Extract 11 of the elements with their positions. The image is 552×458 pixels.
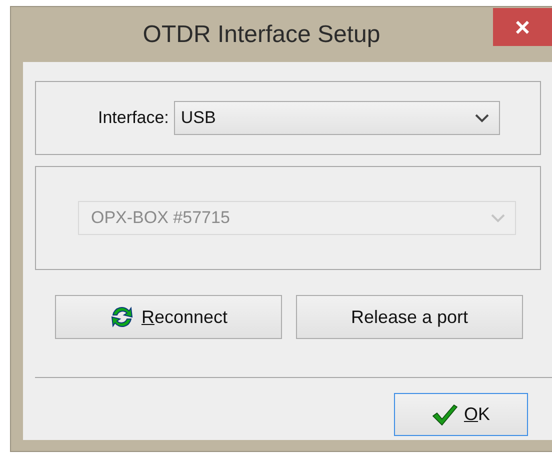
checkmark-icon [432, 402, 458, 426]
close-button[interactable]: × [493, 8, 552, 46]
interface-dropdown[interactable]: USB [174, 101, 500, 135]
reconnect-button[interactable]: Reconnect [55, 295, 282, 339]
refresh-icon [109, 304, 136, 330]
window-title: OTDR Interface Setup [142, 20, 380, 48]
interface-label: Interface: [98, 108, 169, 128]
chevron-down-icon [491, 214, 505, 222]
chevron-down-icon [474, 114, 489, 122]
ok-button[interactable]: OK [394, 393, 528, 436]
release-port-button[interactable]: Release a port [296, 295, 523, 339]
